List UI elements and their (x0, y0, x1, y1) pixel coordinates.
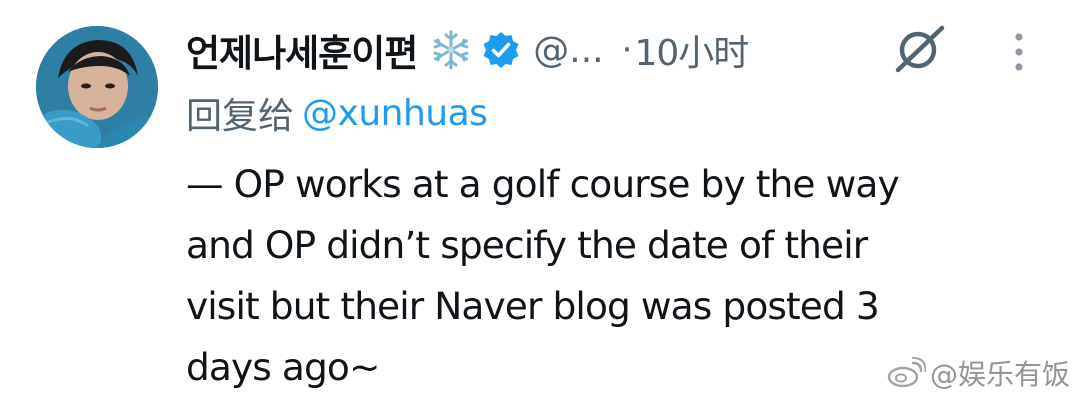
tweet-text-line: — OP works at a golf course by the way (186, 162, 900, 206)
user-handle[interactable]: @... (533, 30, 603, 71)
tweet-reply-card: 언제나세훈이편 @... · 10小时 回复给 @xunhuas — OP wo… (0, 0, 1080, 401)
tweet-text-line: and OP didn’t specify the date of their (186, 223, 868, 267)
weibo-logo-icon (886, 357, 927, 389)
avatar[interactable] (36, 26, 158, 148)
reply-mention-link[interactable]: @xunhuas (302, 93, 488, 134)
tweet-text-line: visit but their Naver blog was posted 3 (186, 284, 880, 328)
snowflake-icon (429, 28, 473, 72)
separator-dot: · (621, 30, 633, 70)
reply-context: 回复给 @xunhuas (186, 88, 488, 138)
display-name[interactable]: 언제나세훈이편 (186, 23, 418, 77)
verified-badge-icon[interactable] (481, 30, 521, 70)
tweet-header: 언제나세훈이편 @... · 10小时 (186, 22, 749, 78)
more-vertical-icon[interactable] (1004, 30, 1034, 74)
timestamp[interactable]: 10小时 (634, 24, 749, 76)
watermark: @娱乐有饭 (886, 353, 1070, 393)
reply-to-label: 回复给 (186, 96, 295, 137)
grok-icon[interactable] (892, 24, 948, 76)
watermark-text: @娱乐有饭 (929, 358, 1070, 391)
